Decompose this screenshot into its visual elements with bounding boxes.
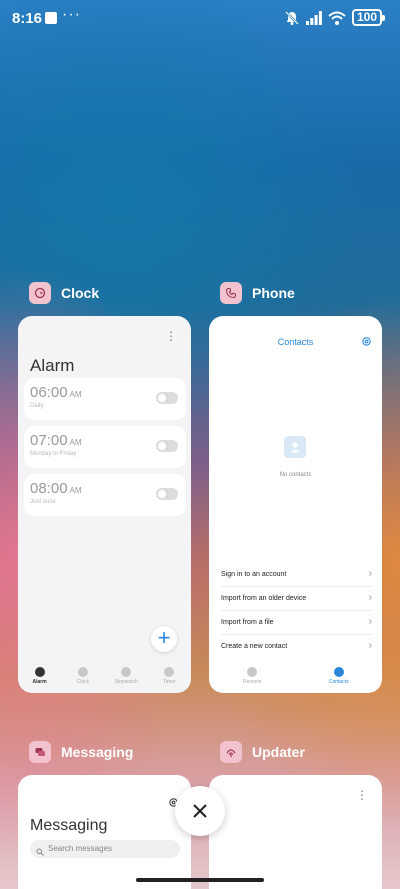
tab-recents[interactable]: Recents xyxy=(232,659,272,693)
bell-muted-icon xyxy=(285,10,299,25)
messaging-app-header[interactable]: Messaging xyxy=(29,741,133,763)
updater-app-name: Updater xyxy=(252,744,305,760)
close-icon xyxy=(193,804,207,818)
notification-icon xyxy=(45,12,57,24)
phone-app-icon xyxy=(220,282,242,304)
updater-card[interactable]: ⋮ xyxy=(209,775,382,889)
more-options-icon[interactable]: ⋮ xyxy=(356,789,368,801)
alarm-time: 08:00 AM xyxy=(30,480,82,497)
close-all-button[interactable] xyxy=(175,786,225,836)
status-bar: 8:16 ··· 100 xyxy=(0,0,400,36)
clock-app-header[interactable]: Clock xyxy=(29,282,99,304)
alarm-toggle[interactable] xyxy=(156,392,178,404)
gear-icon[interactable] xyxy=(361,334,372,352)
alarm-label: Daily xyxy=(30,403,44,409)
battery-icon: 100 xyxy=(351,9,386,26)
recents-icon xyxy=(247,667,258,677)
create-contact-option[interactable]: Create a new contact › xyxy=(221,635,372,659)
chevron-right-icon: › xyxy=(368,568,372,579)
clock-app-name: Clock xyxy=(61,285,100,301)
alarm-label: Monday to Friday xyxy=(30,451,77,457)
chevron-right-icon: › xyxy=(368,640,372,651)
stopwatch-icon xyxy=(121,667,132,677)
chevron-right-icon: › xyxy=(368,616,372,627)
search-input[interactable]: Search messages xyxy=(30,840,180,858)
status-icons: 100 xyxy=(284,9,386,26)
phone-card[interactable]: Contacts No contacts Sign in to an accou… xyxy=(209,316,382,693)
tab-alarm[interactable]: Alarm xyxy=(20,659,60,693)
alarm-item[interactable]: 06:00 AM Daily xyxy=(24,378,186,420)
alarm-toggle[interactable] xyxy=(156,488,178,500)
hourglass-icon xyxy=(164,667,175,677)
search-icon xyxy=(36,845,44,863)
import-file-option[interactable]: Import from a file › xyxy=(221,611,372,635)
signal-icon xyxy=(305,10,322,25)
tab-contacts[interactable]: Contacts xyxy=(319,659,359,693)
phone-bottom-nav: Recents Contacts xyxy=(209,659,382,693)
alarm-label: Just once xyxy=(30,499,56,505)
clock-app-icon xyxy=(29,282,51,304)
page-title: Contacts xyxy=(277,337,314,347)
messaging-app-icon xyxy=(29,741,51,763)
empty-state-text: No contacts xyxy=(279,472,312,478)
alarm-item[interactable]: 08:00 AM Just once xyxy=(24,474,186,516)
updater-app-header[interactable]: Updater xyxy=(220,741,305,763)
add-alarm-button[interactable]: + xyxy=(151,626,177,652)
page-title: Messaging xyxy=(30,817,108,834)
messaging-app-name: Messaging xyxy=(61,744,134,760)
tab-stopwatch[interactable]: Stopwatch xyxy=(106,659,146,693)
updater-app-icon xyxy=(220,741,242,763)
chevron-right-icon: › xyxy=(368,592,372,603)
clock-bottom-nav: Alarm Clock Stopwatch Timer xyxy=(18,659,191,693)
wifi-icon xyxy=(328,11,346,25)
import-older-device-option[interactable]: Import from an older device › xyxy=(221,587,372,611)
messaging-card[interactable]: Messaging Search messages xyxy=(18,775,191,889)
sign-in-account-option[interactable]: Sign in to an account › xyxy=(221,563,372,587)
tab-clock[interactable]: Clock xyxy=(63,659,103,693)
more-notifications-icon: ··· xyxy=(62,6,81,23)
alarm-time: 07:00 AM xyxy=(30,432,82,449)
alarm-item[interactable]: 07:00 AM Monday to Friday xyxy=(24,426,186,468)
alarm-toggle[interactable] xyxy=(156,440,178,452)
more-options-icon[interactable]: ⋮ xyxy=(165,330,177,342)
clock-card[interactable]: ⋮ Alarm 06:00 AM Daily 07:00 AM Monday to … xyxy=(18,316,191,693)
phone-app-name: Phone xyxy=(252,285,295,301)
page-title: Alarm xyxy=(30,356,75,375)
alarm-icon xyxy=(34,667,45,677)
contact-placeholder-icon xyxy=(284,436,306,458)
phone-app-header[interactable]: Phone xyxy=(220,282,295,304)
tab-timer[interactable]: Timer xyxy=(149,659,189,693)
contacts-icon xyxy=(333,667,344,677)
alarm-time: 06:00 AM xyxy=(30,384,82,401)
clock-icon xyxy=(77,667,88,677)
home-indicator[interactable] xyxy=(136,878,264,882)
status-time: 8:16 xyxy=(12,10,43,27)
